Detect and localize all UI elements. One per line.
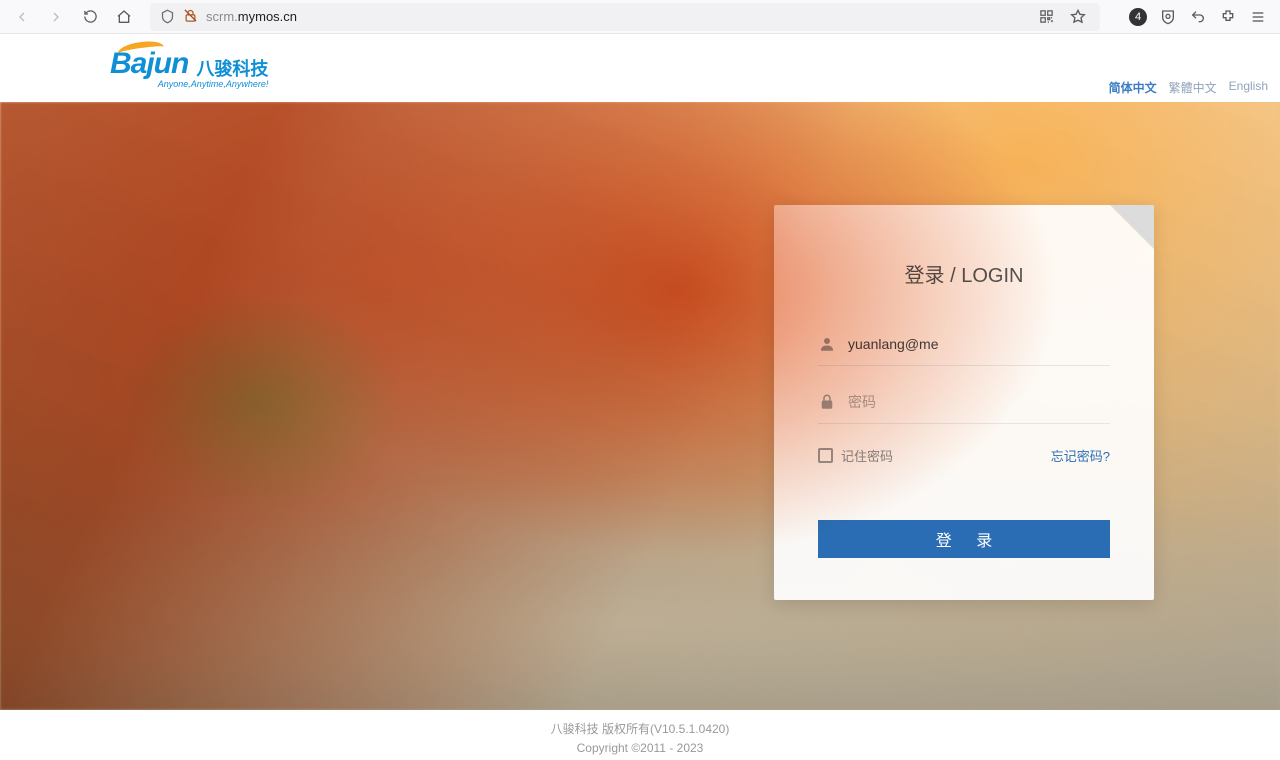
footer-copyright-line1: 八骏科技 版权所有(V10.5.1.0420)	[0, 720, 1280, 739]
logo-cn-text: 八骏科技	[196, 55, 268, 81]
lang-zh-simplified[interactable]: 简体中文	[1109, 79, 1157, 96]
login-card: 登录 / LOGIN 记住密码 忘记密码? 登 录	[774, 205, 1154, 600]
footer-copyright-line2: Copyright ©2011 - 2023	[0, 739, 1280, 758]
password-input[interactable]	[848, 394, 1110, 410]
back-button[interactable]	[8, 3, 36, 31]
logo-main-text: Bajun	[110, 47, 188, 81]
qr-code-icon	[1110, 205, 1154, 249]
login-button[interactable]: 登 录	[818, 520, 1110, 558]
qr-icon[interactable]	[1034, 5, 1058, 29]
notification-count: 4	[1129, 8, 1147, 26]
notifications-button[interactable]: 4	[1124, 3, 1152, 31]
username-input[interactable]	[848, 336, 1110, 352]
shield-icon	[160, 9, 175, 24]
page-header: Bajun 八骏科技 Anyone,Anytime,Anywhere! 简体中文…	[0, 34, 1280, 102]
browser-toolbar: scrm.mymos.cn 4	[0, 0, 1280, 34]
hero-background: 登录 / LOGIN 记住密码 忘记密码? 登 录	[0, 102, 1280, 710]
checkbox-icon	[818, 448, 833, 463]
qr-login-toggle[interactable]	[1110, 205, 1154, 249]
reload-button[interactable]	[76, 3, 104, 31]
home-button[interactable]	[110, 3, 138, 31]
remember-password-checkbox[interactable]: 记住密码	[818, 446, 893, 465]
language-bar: 简体中文 繁體中文 English	[1109, 79, 1268, 96]
bookmark-star-icon[interactable]	[1066, 5, 1090, 29]
lock-strikethrough-icon	[183, 8, 198, 26]
logo[interactable]: Bajun 八骏科技 Anyone,Anytime,Anywhere!	[110, 47, 268, 89]
username-field[interactable]	[818, 322, 1110, 366]
lang-english[interactable]: English	[1229, 79, 1268, 96]
login-title: 登录 / LOGIN	[818, 259, 1110, 288]
forward-button[interactable]	[42, 3, 70, 31]
address-bar[interactable]: scrm.mymos.cn	[150, 3, 1100, 31]
lock-icon	[818, 393, 836, 411]
hamburger-menu-icon[interactable]	[1244, 3, 1272, 31]
lang-zh-traditional[interactable]: 繁體中文	[1169, 79, 1217, 96]
forgot-password-link[interactable]: 忘记密码?	[1051, 446, 1110, 465]
password-field[interactable]	[818, 380, 1110, 424]
url-text: scrm.mymos.cn	[206, 9, 297, 24]
extensions-icon[interactable]	[1214, 3, 1242, 31]
remember-label: 记住密码	[841, 446, 893, 465]
user-icon	[818, 335, 836, 353]
page-footer: 八骏科技 版权所有(V10.5.1.0420) Copyright ©2011 …	[0, 710, 1280, 758]
ublock-icon[interactable]	[1154, 3, 1182, 31]
back-arrow-icon[interactable]	[1184, 3, 1212, 31]
